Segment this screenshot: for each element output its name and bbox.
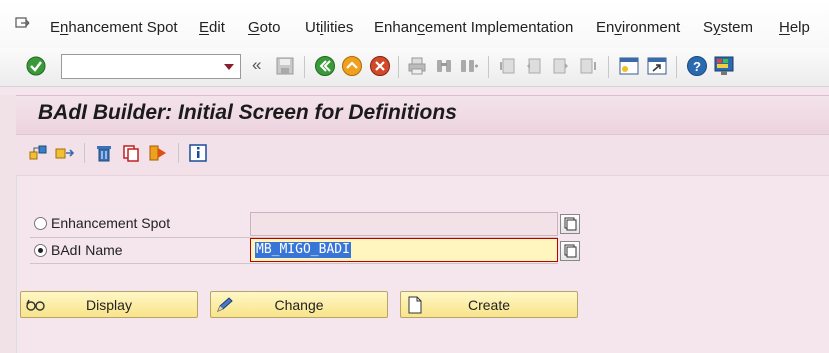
rename-icon[interactable] — [148, 143, 170, 163]
copy-icon[interactable] — [121, 143, 141, 163]
customize-layout-icon[interactable] — [713, 55, 735, 77]
previous-page-icon[interactable] — [524, 56, 544, 76]
badi-name-label: BAdI Name — [51, 242, 123, 258]
screen-title: BAdI Builder: Initial Screen for Definit… — [38, 101, 457, 124]
badi-name-search-help-button[interactable] — [560, 241, 580, 261]
generate-shortcut-icon[interactable] — [646, 55, 668, 77]
find-next-icon[interactable] — [459, 56, 479, 76]
toolbar-separator — [488, 56, 489, 78]
display-button[interactable]: Display — [20, 291, 198, 318]
menu-goto[interactable]: Goto — [248, 19, 281, 36]
menu-window-icon[interactable] — [13, 15, 35, 33]
enhancement-spot-radio[interactable] — [34, 217, 47, 230]
create-button-label: Create — [467, 297, 511, 313]
menu-environment[interactable]: Environment — [596, 19, 680, 36]
command-field[interactable] — [61, 54, 241, 79]
left-border — [0, 95, 17, 353]
enhancement-spot-label: Enhancement Spot — [51, 215, 171, 231]
enhancement-spot-search-help-button[interactable] — [560, 214, 580, 234]
change-button[interactable]: Change — [210, 291, 388, 318]
save-icon[interactable] — [275, 56, 295, 76]
toolbar-separator — [304, 56, 305, 78]
toolbar-separator — [608, 56, 609, 78]
badi-name-field[interactable]: MB_MIGO_BADI — [250, 238, 558, 262]
toolbar-separator — [676, 56, 677, 78]
first-page-icon[interactable] — [498, 56, 518, 76]
delete-icon[interactable] — [94, 143, 114, 163]
menu-utilities[interactable]: Utilities — [305, 19, 353, 36]
value-help-icon — [564, 217, 577, 231]
back-icon[interactable] — [314, 55, 336, 77]
badi-name-selection: MB_MIGO_BADI — [255, 242, 351, 258]
row-divider — [30, 263, 558, 264]
print-icon[interactable] — [407, 56, 427, 76]
create-button[interactable]: Create — [400, 291, 578, 318]
menu-help[interactable]: Help — [779, 19, 810, 36]
next-page-icon[interactable] — [551, 56, 571, 76]
menu-enhancement-spot[interactable]: Enhancement Spot — [50, 19, 178, 36]
toolbar-separator — [398, 56, 399, 78]
display-object-list-icon[interactable] — [54, 143, 76, 163]
menu-edit[interactable]: Edit — [199, 19, 225, 36]
enter-check-icon[interactable] — [25, 55, 47, 77]
menu-enhancement-implementation[interactable]: Enhancement Implementation — [374, 19, 573, 36]
exit-icon[interactable] — [341, 55, 363, 77]
toolbar-separator — [178, 143, 179, 163]
cancel-icon[interactable] — [369, 55, 391, 77]
toolbar-separator — [84, 143, 85, 163]
display-button-label: Display — [86, 297, 132, 313]
enhancement-spot-field[interactable] — [250, 212, 558, 236]
svg-text:?: ? — [693, 59, 701, 74]
last-page-icon[interactable] — [578, 56, 598, 76]
value-help-icon — [564, 244, 577, 258]
change-button-label: Change — [274, 297, 324, 313]
badi-name-value: MB_MIGO_BADI — [256, 242, 350, 257]
badi-name-radio[interactable] — [34, 244, 47, 257]
command-dropdown-icon[interactable] — [224, 64, 234, 70]
help-icon[interactable]: ? — [686, 55, 708, 77]
find-icon[interactable] — [434, 56, 454, 76]
menu-system[interactable]: System — [703, 19, 753, 36]
collapse-icon[interactable]: « — [252, 55, 261, 75]
new-session-icon[interactable] — [618, 55, 640, 77]
information-icon[interactable] — [188, 143, 208, 163]
other-object-icon[interactable] — [28, 143, 48, 163]
